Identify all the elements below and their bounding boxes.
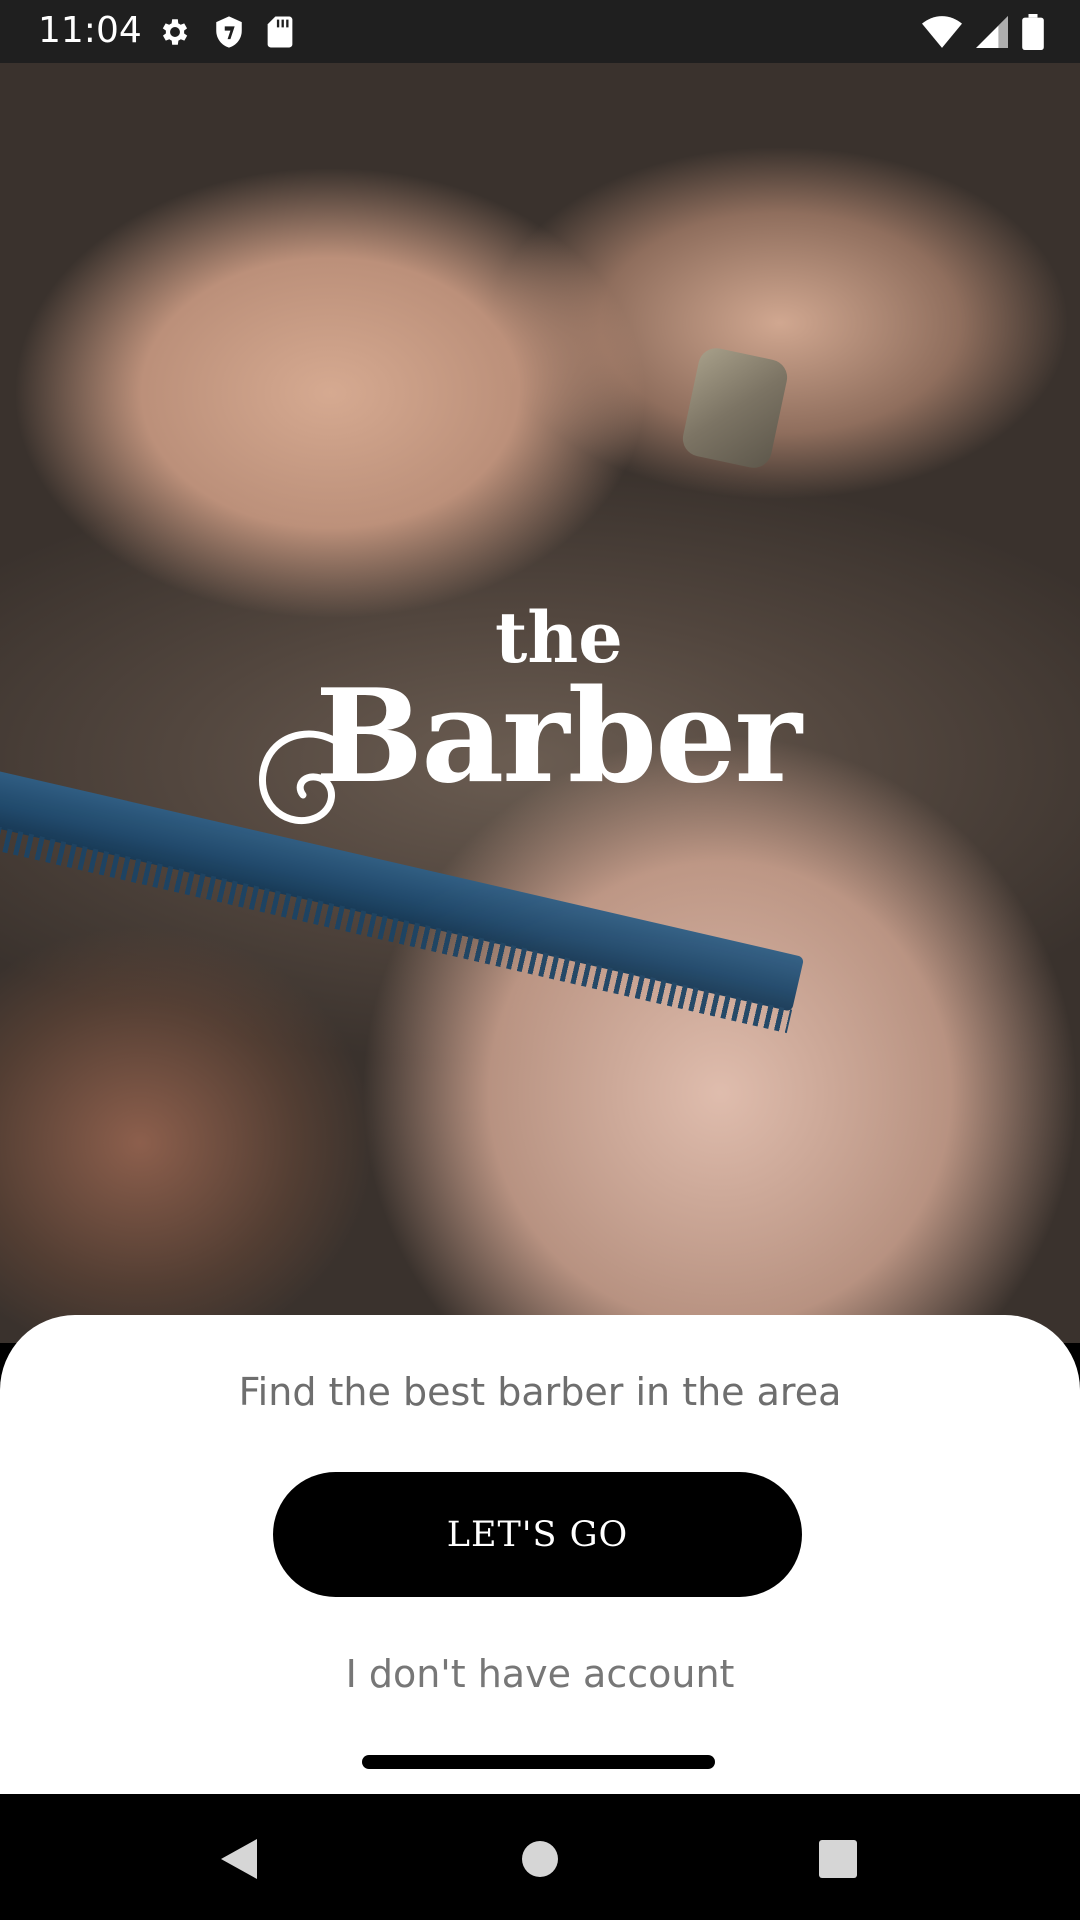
wifi-icon: [922, 16, 962, 48]
back-icon[interactable]: [204, 1824, 274, 1894]
lets-go-button[interactable]: LET'S GO: [273, 1472, 802, 1597]
hero-image: the Barber: [0, 63, 1080, 1343]
home-indicator[interactable]: [362, 1755, 715, 1769]
bottom-sheet: Find the best barber in the area LET'S G…: [0, 1315, 1080, 1794]
shield-icon: [214, 15, 244, 49]
tagline: Find the best barber in the area: [238, 1370, 842, 1414]
status-time: 11:04: [38, 10, 142, 51]
status-icons-right: [922, 12, 1044, 52]
logo-swash-icon: [259, 730, 354, 825]
app-logo: the Barber: [255, 603, 825, 853]
cell-signal-icon: [976, 16, 1008, 48]
status-bar: 11:04: [0, 0, 1080, 63]
gear-icon: [158, 15, 192, 49]
recents-icon[interactable]: [803, 1824, 873, 1894]
battery-icon: [1022, 14, 1044, 50]
sd-card-icon: [266, 15, 294, 49]
screen: 11:04 the Barber Find the best barber in…: [0, 0, 1080, 1920]
home-icon[interactable]: [505, 1824, 575, 1894]
navigation-bar: [0, 1794, 1080, 1920]
finger-ring: [679, 344, 791, 472]
logo-barber: Barber: [315, 662, 802, 812]
status-icons-left: [158, 12, 294, 52]
no-account-link[interactable]: I don't have account: [0, 1652, 1080, 1696]
